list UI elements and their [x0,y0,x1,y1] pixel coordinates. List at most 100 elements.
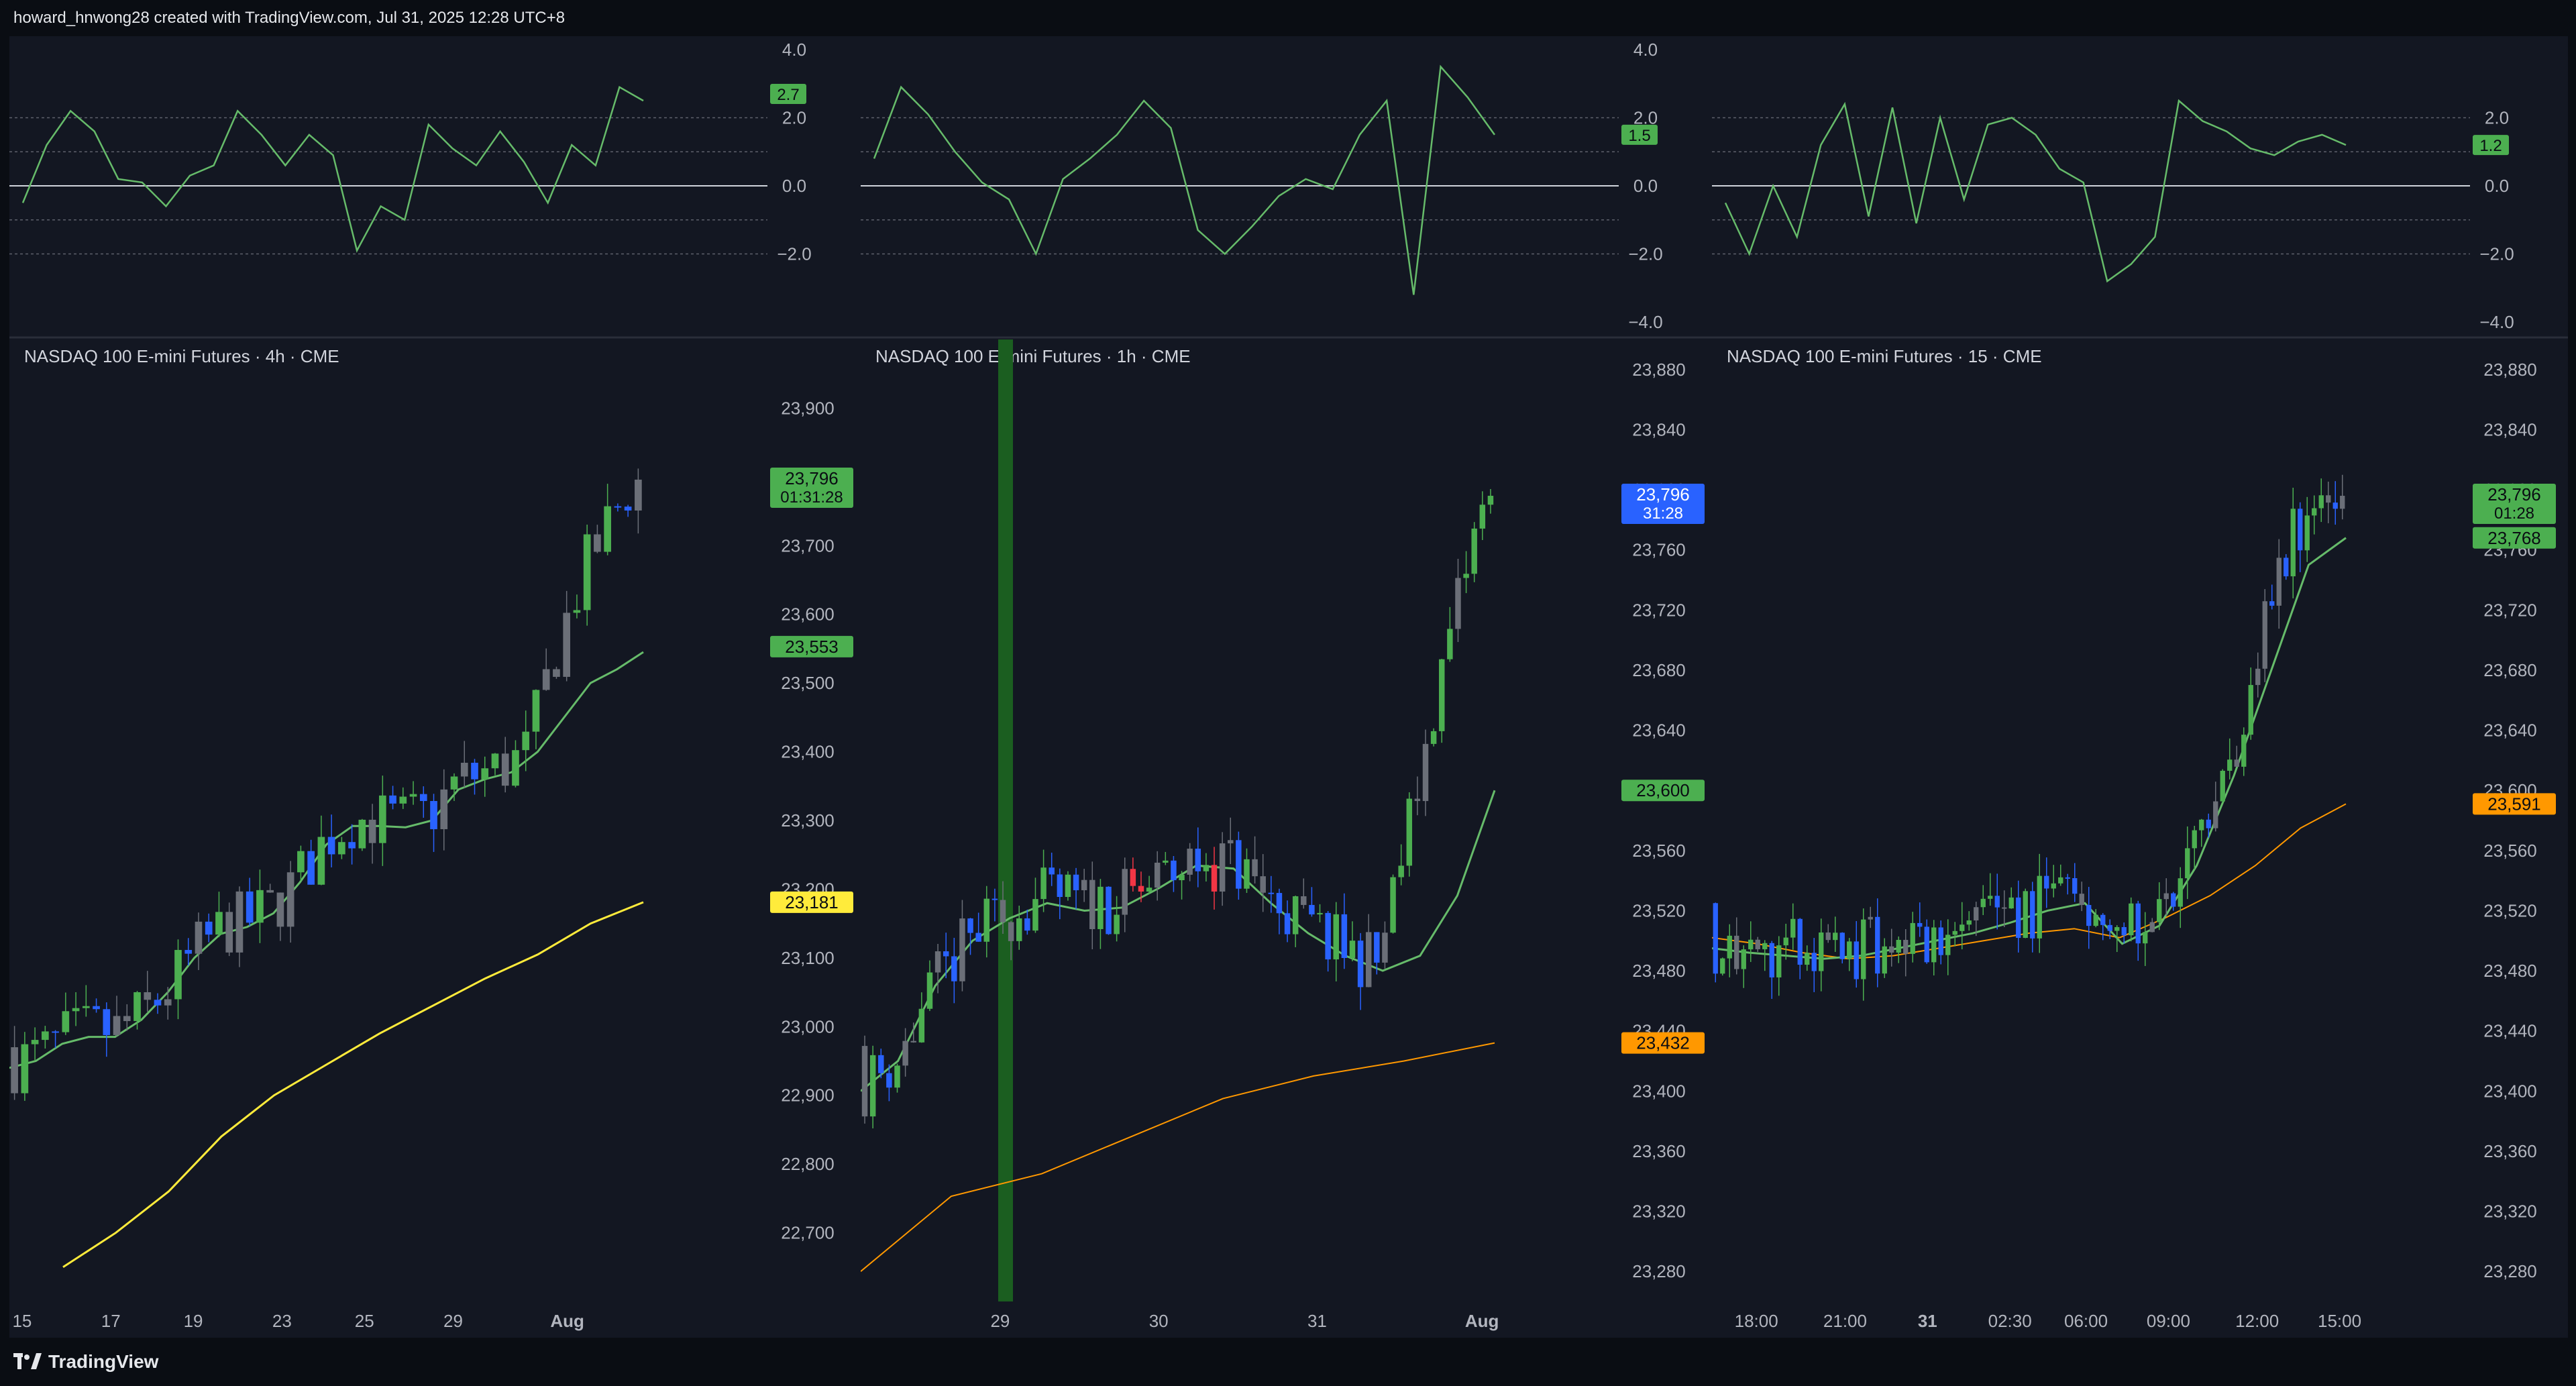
chart-title: NASDAQ 100 E-mini Futures · 1h · CME [875,346,1191,366]
candle-body [2298,509,2303,551]
candle-body [563,612,571,677]
candle-body [975,932,981,942]
price-tick-label: 23,640 [1632,721,1686,741]
candle-body [256,890,264,923]
oscillator-tick-label: 0.0 [782,176,806,196]
candle-body [1783,937,1788,946]
price-tick-label: 23,640 [2483,721,2537,741]
candle-body [358,819,366,849]
candle-body [1854,941,1859,979]
oscillator-tick-label: −2.0 [777,244,811,264]
candle-body [501,753,509,786]
candle-body [2304,515,2310,551]
price-tick-label: 23,560 [2483,841,2537,861]
candle-body [1819,932,1824,971]
candle-body [2199,819,2204,831]
ma-orange-line [1712,803,2347,960]
price-tick-label: 23,840 [2483,419,2537,439]
candle-body [886,1073,892,1088]
candle-body [2213,801,2218,829]
candle-body [1097,886,1104,929]
candle-body [2107,924,2112,931]
candle-body [297,851,305,873]
price-badge-countdown: 01:31:28 [780,488,843,507]
price-tick-label: 23,880 [1632,360,1686,380]
candle-body [1292,896,1299,935]
price-tick-label: 23,680 [2483,660,2537,680]
candle-body [2143,932,2148,944]
candle-body [1833,932,1838,941]
candle-body [2093,914,2098,926]
candle-body [2178,878,2183,907]
price-tick-label: 23,700 [781,535,835,555]
candle-body [2318,495,2324,509]
ma-yellow-line [62,901,644,1269]
price-tick-label: 23,400 [781,742,835,762]
tradingview-brand[interactable]: TradingView [13,1351,158,1373]
candle-body [2340,496,2345,509]
tradingview-logo-icon [13,1353,42,1369]
candle-body [2129,903,2134,936]
chart-panel-15m[interactable]: 2.0 0.0 −2.0 −4.0 1.2 NASDAQ 100 E-mini Futur… [1712,36,2568,1338]
candle-body [1228,840,1234,844]
candle-body [440,789,448,830]
candle-body [1861,919,1866,979]
candle-body [103,1009,111,1035]
candle-body [1341,914,1348,958]
candle-body [1882,946,1887,974]
candle-body [1081,879,1087,890]
chart-panel-1h[interactable]: 4.0 2.0 0.0 −2.0 −4.0 1.5 NASDAQ 100 E-mini Fu… [861,36,1717,1338]
candle-body [983,898,990,942]
candle-body [2248,685,2253,735]
candle-body [1776,945,1782,977]
candle-body [2072,878,2078,894]
candle-body [164,999,172,1006]
candle-body [1154,862,1161,888]
candle-body [327,837,335,855]
candle-body [1016,918,1022,941]
candle-body [389,795,396,804]
candle-body [2234,759,2239,767]
candle-body [943,951,949,957]
candle-body [1057,874,1063,898]
candle-body [594,534,601,552]
chart-panel-4h[interactable]: 4.0 2.0 0.0 −2.0 2.7 NASDAQ 100 E-mini Future… [9,36,865,1338]
time-tick-label: 29 [990,1311,1010,1331]
oscillator-tick-label: 2.0 [2485,108,2509,128]
time-tick-label: 12:00 [2235,1311,2279,1331]
time-tick-label: 30 [1149,1311,1169,1331]
candle-body [604,506,611,552]
chart-svg: 4.0 2.0 0.0 −2.0 2.7 NASDAQ 100 E-mini Future… [9,40,865,1331]
candle-body [491,753,499,769]
candle-body [1284,913,1291,935]
candle-body [460,762,468,777]
price-tick-label: 23,300 [781,810,835,831]
oscillator-tick-label: 4.0 [782,40,806,60]
candle-body [338,842,345,855]
time-tick-label: 15 [12,1311,32,1331]
candle-body [635,479,642,511]
candle-body [276,892,284,927]
candle-body [1211,865,1218,892]
candle-body [174,950,182,1000]
candle-body [72,1008,80,1012]
price-tick-label: 23,560 [1632,841,1686,861]
candle-body [522,731,530,751]
candle-body [266,890,274,893]
candle-body [450,776,458,790]
candle-body [878,1055,884,1073]
candle-body [2135,903,2141,944]
candle-body [1755,939,1760,949]
oscillator-tick-label: 2.0 [782,108,806,128]
chart-title: NASDAQ 100 E-mini Futures · 15 · CME [1727,346,2042,366]
candle-body [1106,886,1112,935]
price-tick-label: 22,800 [781,1154,835,1174]
time-tick-label: 15:00 [2318,1311,2361,1331]
candle-body [1924,926,1929,963]
candle-body [1945,935,1951,955]
price-tick-label: 23,280 [2483,1261,2537,1281]
candle-body [1910,922,1915,954]
oscillator-tick-label: 4.0 [1633,40,1658,60]
candle-body [1720,958,1725,974]
candle-body [2192,830,2197,849]
